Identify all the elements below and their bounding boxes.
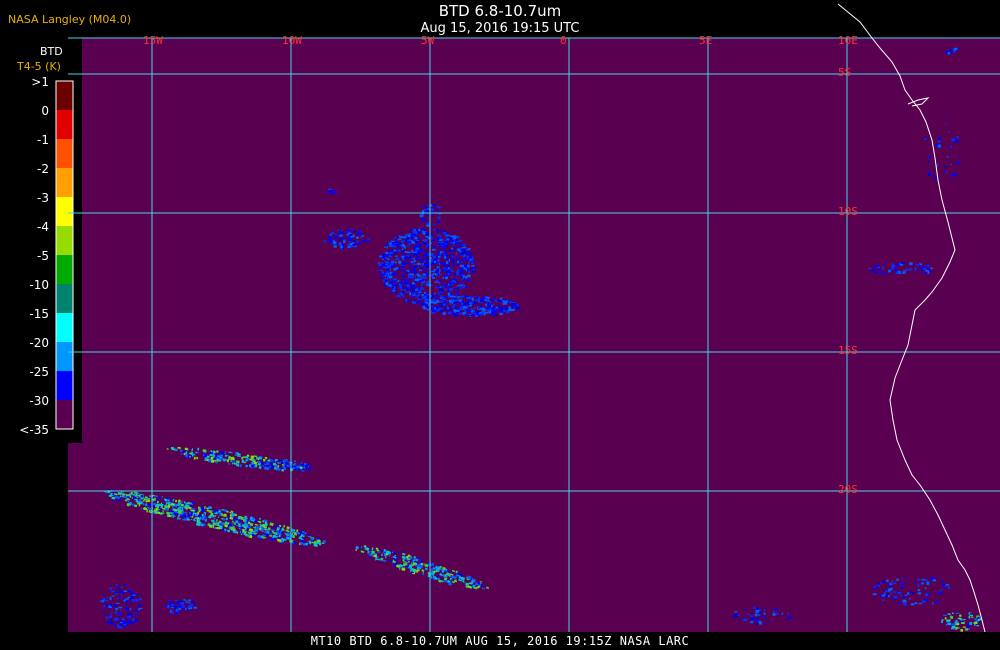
legend-swatch — [56, 313, 73, 343]
legend-label: -4 — [37, 220, 49, 234]
legend-label: -20 — [29, 336, 49, 350]
latitude-label: 5S — [838, 66, 852, 79]
satellite-image-view: NASA Langley (M04.0) BTD 6.8-10.7um Aug … — [0, 0, 1000, 650]
legend-swatch — [56, 284, 73, 314]
legend-label: -1 — [37, 133, 49, 147]
map-background — [68, 38, 1000, 632]
legend-units: T4-5 (K) — [17, 60, 61, 73]
legend-swatch — [56, 197, 73, 227]
legend-colorbar — [55, 80, 74, 430]
legend-swatch — [56, 255, 73, 285]
legend-swatch — [56, 168, 73, 198]
legend-label: <-35 — [19, 423, 49, 437]
legend-swatch — [56, 226, 73, 256]
latitude-label: 10S — [838, 205, 858, 218]
legend-label: -5 — [37, 249, 49, 263]
btd-map — [0, 3, 1000, 633]
legend-swatch — [56, 139, 73, 169]
image-title: BTD 6.8-10.7um — [438, 2, 562, 20]
longitude-label: 5W — [421, 34, 435, 47]
legend-title: BTD — [40, 45, 63, 58]
legend-label: 0 — [41, 104, 49, 118]
legend-swatch — [56, 400, 73, 430]
legend-label: -30 — [29, 394, 49, 408]
latitude-label: 15S — [838, 344, 858, 357]
legend-label: -2 — [37, 162, 49, 176]
latitude-label: 20S — [838, 483, 858, 496]
legend-label: -25 — [29, 365, 49, 379]
legend-label: -3 — [37, 191, 49, 205]
legend-label: -15 — [29, 307, 49, 321]
legend-label: >1 — [31, 75, 49, 89]
longitude-label: 10E — [838, 34, 858, 47]
legend-swatch — [56, 342, 73, 372]
longitude-label: 0 — [560, 34, 567, 47]
longitude-label: 10W — [282, 34, 302, 47]
legend-label: -10 — [29, 278, 49, 292]
longitude-label: 15W — [143, 34, 163, 47]
legend-swatch — [56, 110, 73, 140]
longitude-label: 5E — [699, 34, 713, 47]
footer-caption: MT10 BTD 6.8-10.7UM AUG 15, 2016 19:15Z … — [310, 634, 690, 648]
legend-swatch — [56, 371, 73, 401]
legend-swatch — [56, 81, 73, 111]
